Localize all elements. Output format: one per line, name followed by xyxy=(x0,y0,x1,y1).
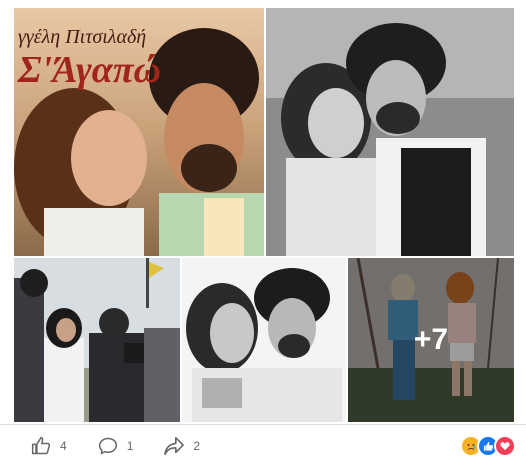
photo-album-cover[interactable]: γγέλη Πιτσιλαδή Σ'Άγαπώ xyxy=(14,8,264,256)
thumbs-up-icon xyxy=(30,435,52,457)
share-action[interactable]: 2 xyxy=(163,435,200,457)
share-count: 2 xyxy=(193,439,201,453)
comment-count: 1 xyxy=(126,439,134,453)
photo-couple-bw[interactable] xyxy=(266,8,514,256)
post-card: γγέλη Πιτσιλαδή Σ'Άγαπώ +7 4 1 2 xyxy=(0,0,526,467)
album-title-line1: γγέλη Πιτσιλαδή xyxy=(18,26,147,48)
share-arrow-icon xyxy=(163,435,185,457)
more-photos-overlay[interactable]: +7 xyxy=(348,258,514,422)
love-reaction-icon xyxy=(494,435,516,457)
photo-film-crew[interactable] xyxy=(14,258,180,422)
like-action[interactable]: 4 xyxy=(30,435,67,457)
post-footer: 4 1 2 xyxy=(0,424,526,467)
reaction-summary[interactable] xyxy=(460,435,516,457)
photo-outdoor-tennis[interactable]: +7 xyxy=(348,258,514,422)
more-photos-count: +7 xyxy=(413,323,449,356)
photo-couple-close[interactable] xyxy=(182,258,346,422)
like-count: 4 xyxy=(60,439,67,453)
comment-action[interactable]: 1 xyxy=(97,435,134,457)
album-title-line2: Σ'Άγαπώ xyxy=(18,49,162,91)
comment-icon xyxy=(97,435,119,457)
